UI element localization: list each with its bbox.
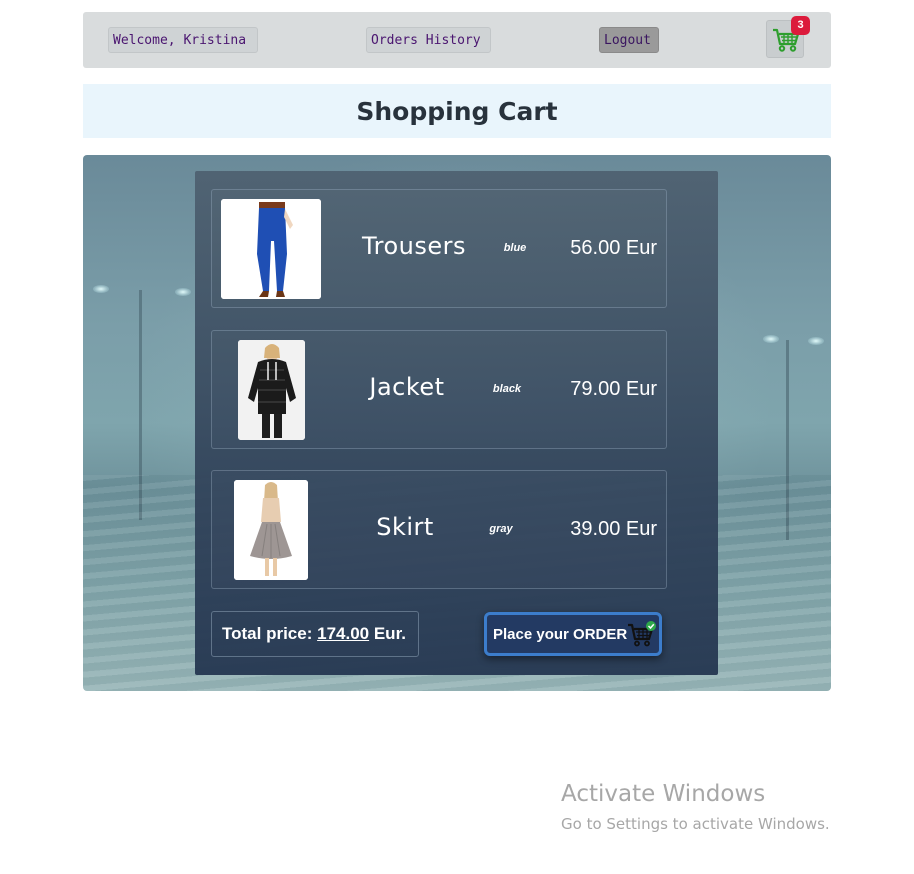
product-image-jacket [238,340,305,440]
total-label: Total price: [222,624,313,643]
total-price: Total price: 174.00 Eur. [211,611,419,657]
product-color: blue [503,242,527,254]
product-name: Jacket [369,373,445,401]
product-image-skirt [234,480,308,580]
product-price: 56.00 Eur [570,237,657,259]
total-amount: 174.00 [317,624,370,643]
cart-check-icon [628,621,656,647]
product-name: Skirt [376,513,434,541]
logout-button[interactable]: Logout [599,27,659,53]
lamp-light [175,288,191,296]
product-color: gray [489,523,513,535]
product-name: Trousers [361,232,466,260]
cart-panel: Trousers blue 56.00 Eur Jacket black 79.… [195,171,718,675]
welcome-user-button[interactable]: Welcome, Kristina [108,27,258,53]
orders-history-button[interactable]: Orders History [366,27,491,53]
lamp-light [763,335,779,343]
cart-count-badge: 3 [791,16,810,35]
cart-item[interactable]: Trousers blue 56.00 Eur [211,189,667,308]
lamp-light [808,337,824,345]
place-order-label: Place your ORDER [493,626,628,643]
title-bar: Shopping Cart [83,84,831,138]
place-order-button[interactable]: Place your ORDER [484,612,662,656]
lamp-light [93,285,109,293]
product-image-trousers [221,199,321,299]
cart-button[interactable]: 3 [766,16,810,58]
product-price: 79.00 Eur [570,378,657,400]
product-color: black [492,383,522,395]
windows-activation-subtitle: Go to Settings to activate Windows. [561,815,830,833]
total-currency: Eur. [373,624,406,643]
product-price: 39.00 Eur [570,518,657,540]
page-title: Shopping Cart [356,97,558,126]
windows-activation-title: Activate Windows [561,781,766,807]
top-navigation: Welcome, Kristina Orders History Logout … [83,12,831,68]
cart-item[interactable]: Jacket black 79.00 Eur [211,330,667,449]
cart-item[interactable]: Skirt gray 39.00 Eur [211,470,667,589]
